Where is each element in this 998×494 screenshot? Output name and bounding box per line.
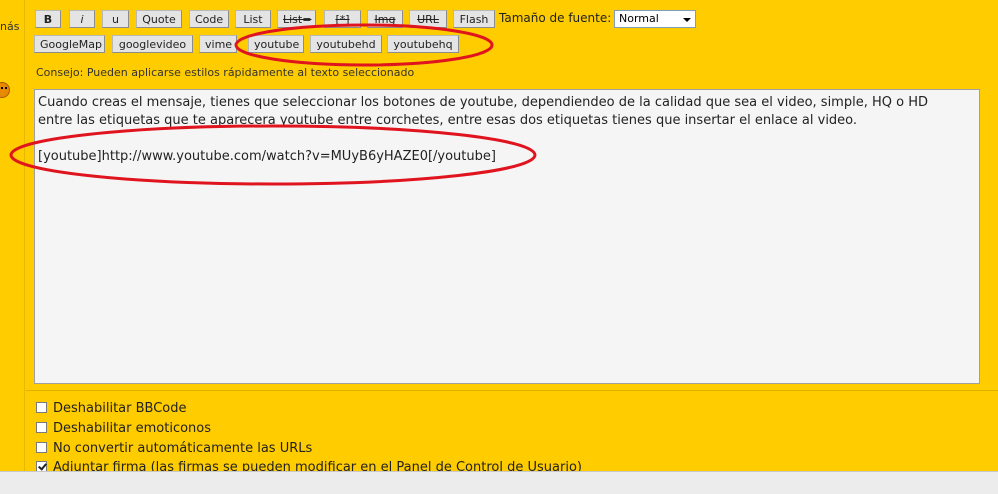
font-size-select[interactable]: Normal xyxy=(614,10,696,28)
formatting-tip: Consejo: Pueden aplicarse estilos rápida… xyxy=(36,66,415,79)
url-button[interactable]: URL xyxy=(409,10,447,28)
italic-button[interactable]: i xyxy=(69,10,95,28)
underline-button[interactable]: u xyxy=(102,10,129,28)
list-item-button[interactable]: [*] xyxy=(324,10,361,28)
option-label: No convertir automáticamente las URLs xyxy=(53,441,313,456)
smiley-icon[interactable] xyxy=(0,82,10,98)
font-size-value: Normal xyxy=(619,12,659,25)
code-button[interactable]: Code xyxy=(189,10,229,28)
quote-button[interactable]: Quote xyxy=(136,10,182,28)
option-no-magic-urls[interactable]: No convertir automáticamente las URLs xyxy=(36,441,312,459)
font-size-label: Tamaño de fuente: xyxy=(499,11,612,25)
youtubehq-button[interactable]: youtubehq xyxy=(387,35,459,53)
footer-bar xyxy=(0,471,998,494)
more-smilies-link-fragment[interactable]: nás xyxy=(0,20,19,33)
editor-youtube-code-line: [youtube]http://www.youtube.com/watch?v=… xyxy=(38,149,496,164)
option-label: Deshabilitar BBCode xyxy=(53,401,187,416)
option-disable-smilies[interactable]: Deshabilitar emoticonos xyxy=(36,421,211,439)
flash-button[interactable]: Flash xyxy=(453,10,495,28)
googlemap-button[interactable]: GoogleMap xyxy=(34,35,105,53)
option-label: Deshabilitar emoticonos xyxy=(53,421,212,436)
divider xyxy=(26,390,998,391)
checkbox[interactable] xyxy=(36,422,47,433)
chevron-down-icon xyxy=(683,18,691,22)
message-textarea[interactable]: Cuando creas el mensaje, tienes que sele… xyxy=(34,89,980,384)
option-disable-bbcode[interactable]: Deshabilitar BBCode xyxy=(36,401,187,419)
editor-line: entre las etiquetas que te aparecera you… xyxy=(38,113,858,128)
post-editor-panel: B i u Quote Code List List= [*] Img URL … xyxy=(26,0,998,475)
left-column: nás xyxy=(0,0,25,471)
checkbox[interactable] xyxy=(36,442,47,453)
editor-line: Cuando creas el mensaje, tienes que sele… xyxy=(38,95,928,110)
youtubehd-button[interactable]: youtubehd xyxy=(310,35,382,53)
checkbox[interactable] xyxy=(36,402,47,413)
bold-button[interactable]: B xyxy=(35,10,61,28)
img-button[interactable]: Img xyxy=(367,10,403,28)
youtube-button[interactable]: youtube xyxy=(248,35,304,53)
list-ordered-button[interactable]: List= xyxy=(277,10,316,28)
googlevideo-button[interactable]: googlevideo xyxy=(112,35,193,53)
list-button[interactable]: List xyxy=(235,10,271,28)
vimeo-button[interactable]: vime xyxy=(199,35,237,53)
